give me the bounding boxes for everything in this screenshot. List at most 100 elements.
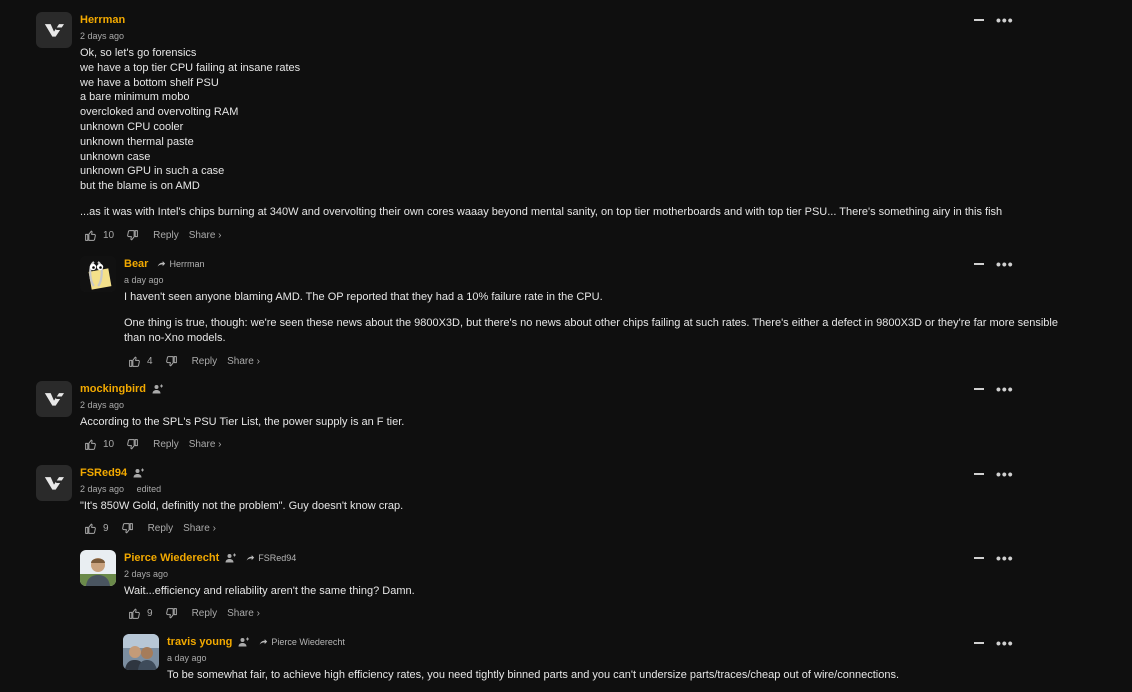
reply-to-user[interactable]: Herrman xyxy=(169,259,204,269)
like-count: 9 xyxy=(147,608,153,620)
username[interactable]: FSRed94 xyxy=(80,467,127,479)
edited-label: edited xyxy=(136,484,162,494)
reply-to[interactable]: FSRed94 xyxy=(245,553,296,563)
comment-paragraph: One thing is true, though: we're seen th… xyxy=(124,316,1058,329)
user-plus-icon[interactable] xyxy=(152,383,164,395)
avatar[interactable] xyxy=(36,465,72,501)
comment-text: I haven't seen anyone blaming AMD. The O… xyxy=(124,290,1084,345)
thumbs-up-icon[interactable] xyxy=(128,355,141,368)
comment-line: we have a top tier CPU failing at insane… xyxy=(80,61,301,74)
minus-icon[interactable] xyxy=(974,263,984,265)
timestamp[interactable]: a day ago xyxy=(167,650,1107,666)
comment-controls: ••• xyxy=(974,13,1014,27)
comment-controls: ••• xyxy=(974,257,1014,271)
brand-logo-icon xyxy=(39,384,69,414)
like-count: 4 xyxy=(147,355,153,367)
comment-text: To be somewhat fair, to achieve high eff… xyxy=(167,669,899,681)
reply-to[interactable]: Herrman xyxy=(156,259,204,269)
reply-button[interactable]: Reply xyxy=(192,608,218,619)
thumbs-up-icon[interactable] xyxy=(84,229,97,242)
username[interactable]: Bear xyxy=(124,258,148,270)
user-plus-icon[interactable] xyxy=(225,552,237,564)
comment-line: unknown case xyxy=(80,150,151,163)
thumbs-down-icon[interactable] xyxy=(165,607,178,620)
avatar[interactable] xyxy=(80,550,116,586)
user-plus-icon[interactable] xyxy=(133,467,145,479)
reply-to-user[interactable]: Pierce Wiederecht xyxy=(271,637,345,647)
comment-actions: 9 Reply Share › xyxy=(128,606,1084,622)
comment-actions: 10 Reply Share › xyxy=(84,437,1040,453)
comment-text: Wait...efficiency and reliability aren't… xyxy=(124,585,415,597)
timestamp[interactable]: a day ago xyxy=(124,272,1084,288)
thumbs-up-icon[interactable] xyxy=(84,522,97,535)
avatar[interactable] xyxy=(80,256,116,292)
ellipsis-icon[interactable]: ••• xyxy=(996,13,1014,27)
reply-button[interactable]: Reply xyxy=(153,230,179,241)
thumbs-down-icon[interactable] xyxy=(165,355,178,368)
reply-to[interactable]: Pierce Wiederecht xyxy=(258,637,345,647)
like-count: 9 xyxy=(103,523,109,535)
user-photo-icon xyxy=(123,634,159,670)
comment-actions: 4 Reply Share › xyxy=(128,353,1084,369)
username[interactable]: travis young xyxy=(167,636,232,648)
comment-line: but the blame is on AMD xyxy=(80,180,200,193)
minus-icon[interactable] xyxy=(974,473,984,475)
comment-paragraph: than no-Xno models. xyxy=(124,331,226,344)
minus-icon[interactable] xyxy=(974,388,984,390)
comment-text: According to the SPL's PSU Tier List, th… xyxy=(80,416,405,428)
reply-arrow-icon xyxy=(245,553,255,563)
share-button[interactable]: Share › xyxy=(183,523,216,534)
comment-thread: Herrman 2 days ago Ok, so let's go foren… xyxy=(0,0,1132,692)
user-plus-icon[interactable] xyxy=(238,636,250,648)
like-count: 10 xyxy=(103,439,115,451)
timestamp[interactable]: 2 days ago xyxy=(80,397,1040,413)
reply-to-user[interactable]: FSRed94 xyxy=(258,553,296,563)
clippy-avatar-icon xyxy=(80,256,116,292)
username[interactable]: Herrman xyxy=(80,14,125,26)
share-button[interactable]: Share › xyxy=(227,356,260,367)
ellipsis-icon[interactable]: ••• xyxy=(996,467,1014,481)
minus-icon[interactable] xyxy=(974,19,984,21)
comment-controls: ••• xyxy=(974,636,1014,650)
thumbs-up-icon[interactable] xyxy=(128,607,141,620)
reply-button[interactable]: Reply xyxy=(153,439,179,450)
timestamp[interactable]: 2 days ago xyxy=(80,28,1060,44)
comment-text: "It's 850W Gold, definitly not the probl… xyxy=(80,500,404,512)
thumbs-down-icon[interactable] xyxy=(126,438,139,451)
comment-line: unknown thermal paste xyxy=(80,135,194,148)
timestamp[interactable]: 2 days ago xyxy=(124,566,1084,582)
ellipsis-icon[interactable]: ••• xyxy=(996,382,1014,396)
avatar[interactable] xyxy=(36,12,72,48)
brand-logo-icon xyxy=(39,15,69,45)
ellipsis-icon[interactable]: ••• xyxy=(996,636,1014,650)
username[interactable]: Pierce Wiederecht xyxy=(124,552,219,564)
avatar[interactable] xyxy=(36,381,72,417)
reply-button[interactable]: Reply xyxy=(192,356,218,367)
brand-logo-icon xyxy=(39,468,69,498)
username[interactable]: mockingbird xyxy=(80,383,146,395)
reply-arrow-icon xyxy=(156,259,166,269)
thumbs-down-icon[interactable] xyxy=(121,522,134,535)
comment-controls: ••• xyxy=(974,467,1014,481)
comment-text: Ok, so let's go forensics we have a top … xyxy=(80,46,1060,220)
comment-paragraph: ...as it was with Intel's chips burning … xyxy=(80,205,1003,218)
ellipsis-icon[interactable]: ••• xyxy=(996,551,1014,565)
timestamp[interactable]: 2 days ago xyxy=(80,484,124,494)
like-count: 10 xyxy=(103,230,115,242)
thumbs-up-icon[interactable] xyxy=(84,438,97,451)
minus-icon[interactable] xyxy=(974,642,984,644)
ellipsis-icon[interactable]: ••• xyxy=(996,257,1014,271)
comment-actions: 9 Reply Share › xyxy=(84,521,1040,537)
avatar[interactable] xyxy=(123,634,159,670)
comment-line: Ok, so let's go forensics xyxy=(80,47,197,59)
comment-line: unknown GPU in such a case xyxy=(80,165,225,178)
comment-line: a bare minimum mobo xyxy=(80,91,190,104)
thumbs-down-icon[interactable] xyxy=(126,229,139,242)
reply-arrow-icon xyxy=(258,637,268,647)
comment-line: unknown CPU cooler xyxy=(80,120,184,133)
minus-icon[interactable] xyxy=(974,557,984,559)
share-button[interactable]: Share › xyxy=(189,230,222,241)
share-button[interactable]: Share › xyxy=(189,439,222,450)
share-button[interactable]: Share › xyxy=(227,608,260,619)
reply-button[interactable]: Reply xyxy=(148,523,174,534)
